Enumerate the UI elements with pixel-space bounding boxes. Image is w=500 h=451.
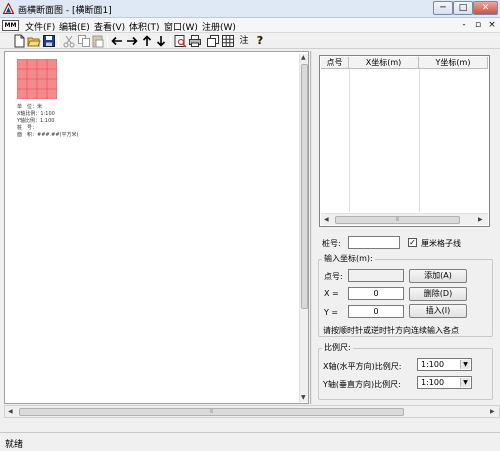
mdi-close-button[interactable]: × — [486, 20, 498, 31]
mdi-minimize-button[interactable]: - — [458, 20, 470, 31]
title-bar[interactable]: 画横断面图 - [横断面1] ─ □ ✕ — [0, 0, 500, 18]
toolbar-separator — [170, 35, 171, 47]
column-header-point[interactable]: 点号 — [321, 57, 349, 69]
toolbar: 注 ? — [0, 33, 500, 49]
menu-bar: MM 文件(F) 编辑(E) 查看(V) 体积(T) 窗口(W) 注册(W) -… — [0, 18, 500, 33]
y-scale-value: 1:100 — [421, 378, 445, 387]
scroll-right-arrow[interactable]: ▶ — [478, 216, 483, 223]
right-panel: 点号 X坐标(m) Y坐标(m) ◀ ⦙⦙⦙ ▶ 桩号: ✓ 厘米格子线 输入坐… — [313, 51, 500, 404]
point-label: 点号: — [324, 272, 343, 281]
menu-register[interactable]: 注册(W) — [202, 20, 236, 33]
info-y-scale: Y轴比例：1:100 — [17, 118, 55, 124]
x-scale-value: 1:100 — [421, 360, 445, 369]
info-unit: 单 位：米 — [17, 104, 43, 110]
status-text: 就绪 — [5, 440, 24, 450]
help-icon[interactable]: ? — [253, 34, 267, 48]
vertical-scrollbar[interactable]: ▲ ▼ — [299, 54, 308, 402]
arrow-down-icon[interactable] — [154, 34, 168, 48]
chevron-down-icon[interactable]: ▼ — [460, 378, 470, 387]
scroll-down-arrow[interactable]: ▼ — [301, 394, 306, 401]
menu-volume[interactable]: 体积(T) — [129, 20, 160, 33]
drawing-canvas[interactable]: 单 位：米 X轴比例：1:100 Y轴比例：1:100 桩 号： 面 积：###… — [4, 51, 309, 404]
column-divider — [419, 69, 420, 212]
scroll-left-arrow[interactable]: ◀ — [324, 216, 329, 223]
horizontal-scrollbar[interactable]: ◀ ⦙⦙⦙ ▶ — [4, 405, 500, 418]
maximize-button[interactable]: □ — [453, 1, 473, 15]
window-icon[interactable] — [206, 34, 220, 48]
scroll-up-arrow[interactable]: ▲ — [301, 54, 306, 61]
column-header-x[interactable]: X坐标(m) — [349, 57, 419, 69]
arrow-right-icon[interactable] — [125, 34, 139, 48]
grid-lines-checkbox[interactable]: ✓ — [408, 238, 417, 247]
cut-icon[interactable] — [62, 34, 76, 48]
mdi-restore-button[interactable]: ▫ — [472, 20, 484, 31]
station-input[interactable] — [348, 236, 400, 249]
chevron-down-icon[interactable]: ▼ — [460, 360, 470, 369]
column-divider — [349, 69, 350, 212]
x-scale-label: X轴(水平方向)比例尺: — [323, 362, 402, 371]
arrow-left-icon[interactable] — [110, 34, 124, 48]
triangle-icon — [3, 3, 14, 14]
close-button[interactable]: ✕ — [473, 1, 498, 15]
toolbar-separator — [107, 35, 108, 47]
scroll-thumb[interactable] — [301, 64, 308, 309]
delete-button[interactable]: 删除(D) — [409, 287, 467, 301]
grid-icon[interactable] — [221, 34, 235, 48]
station-label: 桩号: — [322, 239, 341, 248]
table-horizontal-scrollbar[interactable]: ◀ ⦙⦙⦙ ▶ — [321, 213, 488, 225]
grid-lines-label: 厘米格子线 — [421, 239, 461, 248]
y-input[interactable]: 0 — [348, 305, 404, 318]
menu-edit[interactable]: 编辑(E) — [59, 20, 90, 33]
menu-window[interactable]: 窗口(W) — [164, 20, 198, 33]
new-file-icon[interactable] — [12, 34, 26, 48]
menu-file[interactable]: 文件(F) — [25, 20, 55, 33]
scroll-thumb[interactable]: ⦙⦙⦙ — [19, 408, 404, 416]
coordinate-table[interactable]: 点号 X坐标(m) Y坐标(m) ◀ ⦙⦙⦙ ▶ — [319, 55, 490, 227]
input-hint: 请按顺时针或逆时针方向连续输入各点 — [323, 326, 459, 335]
y-scale-select[interactable]: 1:100 ▼ — [417, 376, 472, 389]
scroll-left-arrow[interactable]: ◀ — [8, 408, 13, 415]
status-bar: 就绪 — [0, 432, 500, 451]
add-button[interactable]: 添加(A) — [409, 269, 467, 283]
info-x-scale: X轴比例：1:100 — [17, 111, 55, 117]
copy-icon[interactable] — [77, 34, 91, 48]
column-header-y[interactable]: Y坐标(m) — [419, 57, 488, 69]
insert-button[interactable]: 插入(I) — [409, 304, 467, 318]
open-folder-icon[interactable] — [27, 34, 41, 48]
scroll-right-arrow[interactable]: ▶ — [490, 408, 495, 415]
note-icon[interactable]: 注 — [237, 34, 251, 48]
y-label: Y = — [324, 308, 339, 317]
menu-view[interactable]: 查看(V) — [94, 20, 125, 33]
scale-group-title: 比例尺: — [322, 342, 353, 353]
info-station: 桩 号： — [17, 125, 38, 131]
point-input[interactable] — [348, 269, 404, 282]
print-icon[interactable] — [188, 34, 202, 48]
coordinate-group-title: 输入坐标(m): — [322, 253, 375, 264]
preview-icon[interactable] — [173, 34, 187, 48]
scale-group — [318, 348, 493, 400]
scroll-thumb[interactable]: ⦙⦙⦙ — [335, 216, 460, 224]
paste-icon[interactable] — [91, 34, 105, 48]
arrow-up-icon[interactable] — [140, 34, 154, 48]
save-icon[interactable] — [42, 34, 56, 48]
y-scale-label: Y轴(垂直方向)比例尺: — [323, 380, 401, 389]
grid-preview — [17, 59, 57, 99]
toolbar-separator — [58, 35, 59, 47]
minimize-button[interactable]: ─ — [433, 1, 453, 15]
window-title: 画横断面图 - [横断面1] — [18, 6, 112, 16]
x-label: X = — [324, 289, 339, 298]
x-scale-select[interactable]: 1:100 ▼ — [417, 358, 472, 371]
info-area: 面 积：###.##(平方米) — [17, 132, 79, 138]
x-input[interactable]: 0 — [348, 287, 404, 300]
pane-splitter[interactable] — [310, 51, 312, 404]
mdi-child-icon[interactable]: MM — [2, 20, 19, 31]
